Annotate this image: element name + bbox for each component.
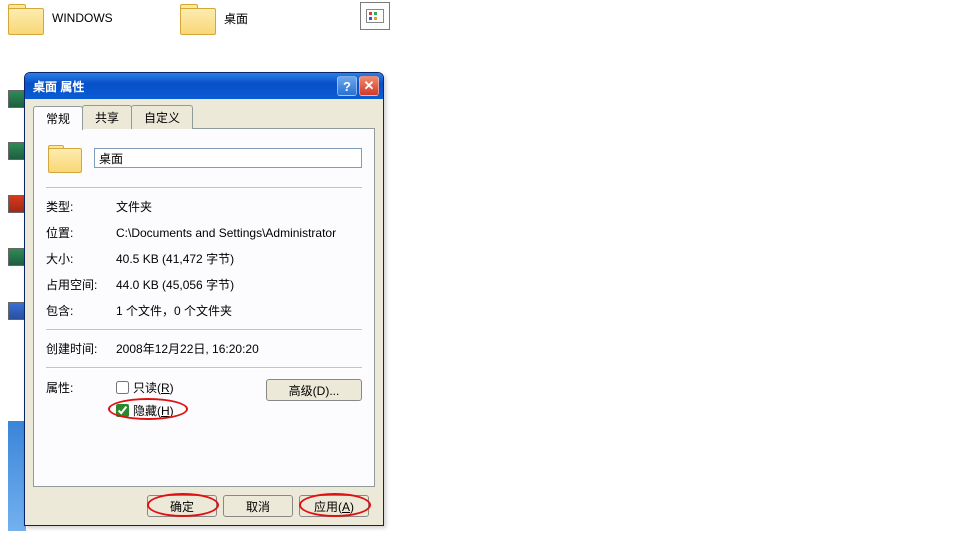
value-location: C:\Documents and Settings\Administrator [116, 225, 362, 241]
separator [46, 329, 362, 331]
desktop-folder-label: WINDOWS [52, 11, 113, 25]
label-size: 大小: [46, 251, 116, 267]
checkbox-hidden-label: 隐藏(H) [133, 402, 174, 419]
label-type: 类型: [46, 199, 116, 215]
folder-name-input[interactable] [94, 148, 362, 168]
thumbnail-icon [366, 9, 384, 23]
tab-general[interactable]: 常规 [33, 106, 83, 130]
value-size-on-disk: 44.0 KB (45,056 字节) [116, 277, 362, 293]
folder-icon [180, 2, 216, 34]
separator [46, 187, 362, 189]
dialog-button-row: 确定 取消 应用(A) [33, 487, 375, 517]
label-attributes: 属性: [46, 379, 116, 419]
label-size-on-disk: 占用空间: [46, 277, 116, 293]
value-size: 40.5 KB (41,472 字节) [116, 251, 362, 267]
folder-icon [8, 2, 44, 34]
desktop-folder-label: 桌面 [224, 10, 248, 27]
tab-strip: 常规 共享 自定义 [33, 105, 375, 129]
checkbox-hidden[interactable] [116, 404, 129, 417]
titlebar[interactable]: 桌面 属性 ? ✕ [25, 73, 383, 99]
desktop-folder-zhuomian[interactable]: 桌面 [180, 2, 248, 34]
properties-dialog: 桌面 属性 ? ✕ 常规 共享 自定义 类型: 文件夹 位置: C:\Docum… [24, 72, 384, 526]
apply-button[interactable]: 应用(A) [299, 495, 369, 517]
titlebar-title: 桌面 属性 [33, 78, 335, 95]
tab-panel-general: 类型: 文件夹 位置: C:\Documents and Settings\Ad… [33, 128, 375, 487]
value-type: 文件夹 [116, 199, 362, 215]
dialog-body: 常规 共享 自定义 类型: 文件夹 位置: C:\Documents and S… [25, 99, 383, 525]
value-created: 2008年12月22日, 16:20:20 [116, 341, 362, 357]
advanced-button[interactable]: 高级(D)... [266, 379, 362, 401]
label-contains: 包含: [46, 303, 116, 319]
desktop-image-thumbnail[interactable] [360, 2, 390, 30]
folder-icon [48, 143, 82, 173]
tab-customize[interactable]: 自定义 [131, 105, 193, 129]
desktop-folder-windows[interactable]: WINDOWS [8, 2, 113, 34]
tab-sharing[interactable]: 共享 [82, 105, 132, 129]
close-button[interactable]: ✕ [359, 76, 379, 96]
value-contains: 1 个文件，0 个文件夹 [116, 303, 362, 319]
checkbox-hidden-group[interactable]: 隐藏(H) [116, 402, 266, 419]
separator [46, 367, 362, 369]
cancel-button[interactable]: 取消 [223, 495, 293, 517]
checkbox-readonly-label: 只读(R) [133, 379, 174, 396]
ok-button[interactable]: 确定 [147, 495, 217, 517]
label-location: 位置: [46, 225, 116, 241]
checkbox-readonly-group[interactable]: 只读(R) [116, 379, 266, 396]
checkbox-readonly[interactable] [116, 381, 129, 394]
label-created: 创建时间: [46, 341, 116, 357]
help-button[interactable]: ? [337, 76, 357, 96]
